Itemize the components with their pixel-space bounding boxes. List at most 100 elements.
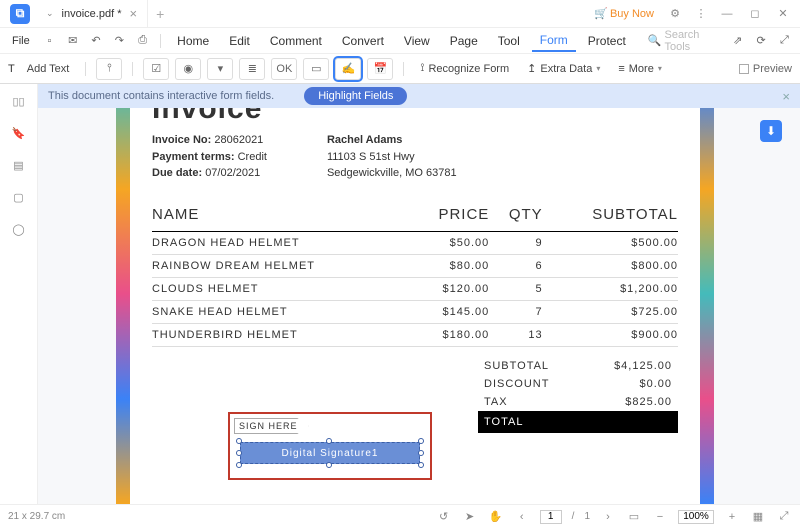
undo-icon[interactable]: ↶: [86, 30, 105, 52]
pdf-page: Invoice Invoice No: 28062021 Payment ter…: [130, 84, 700, 504]
text-tool-icon[interactable]: T: [8, 63, 15, 75]
tab-page[interactable]: Page: [442, 31, 486, 51]
tab-protect[interactable]: Protect: [580, 31, 634, 51]
tab-convert[interactable]: Convert: [334, 31, 392, 51]
search-icon: 🔍: [648, 34, 662, 47]
tab-form[interactable]: Form: [532, 30, 576, 52]
listbox-tool-icon[interactable]: ≣: [239, 58, 265, 80]
search-panel-icon[interactable]: ◯: [10, 220, 28, 238]
app-icon: ⧉: [10, 4, 30, 24]
tab-view[interactable]: View: [396, 31, 438, 51]
image-tool-icon[interactable]: ▭: [303, 58, 329, 80]
mail-icon[interactable]: ✉: [63, 30, 82, 52]
prev-page-icon[interactable]: ‹: [514, 509, 530, 525]
menubar: File ▫ ✉ ↶ ↷ ⎙ Home Edit Comment Convert…: [0, 28, 800, 54]
table-row: DRAGON HEAD HELMET$50.009$500.00: [152, 231, 678, 254]
decorative-stripe: [116, 84, 130, 504]
radio-tool-icon[interactable]: ◉: [175, 58, 201, 80]
button-tool-icon[interactable]: OK: [271, 58, 297, 80]
resize-handle[interactable]: [236, 462, 242, 468]
layout-icon[interactable]: ▦: [750, 509, 766, 525]
zoom-in-icon[interactable]: +: [724, 509, 740, 525]
hand-icon[interactable]: ✋: [488, 509, 504, 525]
minimize-button[interactable]: —: [714, 4, 740, 24]
download-panel-icon[interactable]: ⬇: [760, 120, 782, 142]
form-toolbar: T Add Text ⫯ ☑ ◉ ▾ ≣ OK ▭ ✍ 📅 ⟟Recognize…: [0, 54, 800, 84]
checkbox-icon: [739, 64, 749, 74]
tab-title: invoice.pdf *: [62, 8, 122, 20]
resize-handle[interactable]: [326, 438, 332, 444]
print-icon[interactable]: ⎙: [133, 30, 152, 52]
add-text-button[interactable]: Add Text: [21, 63, 76, 75]
align-tool-icon[interactable]: ⫯: [96, 58, 122, 80]
redo-icon[interactable]: ↷: [110, 30, 129, 52]
share-icon[interactable]: ⇗: [728, 30, 747, 52]
invoice-table: NAME PRICE QTY SUBTOTAL DRAGON HEAD HELM…: [152, 202, 678, 347]
statusbar: 21 x 29.7 cm ↺ ➤ ✋ ‹ / 1 › ▭ − + ▦ ⤢: [0, 504, 800, 528]
kebab-menu-icon[interactable]: ⋮: [688, 4, 714, 24]
buy-now-link[interactable]: 🛒Buy Now: [594, 7, 654, 20]
tab-tool[interactable]: Tool: [490, 31, 528, 51]
table-row: THUNDERBIRD HELMET$180.0013$900.00: [152, 323, 678, 346]
chevron-down-icon[interactable]: ⌄: [46, 8, 54, 19]
tab-comment[interactable]: Comment: [262, 31, 330, 51]
resize-handle[interactable]: [236, 450, 242, 456]
zoom-input[interactable]: [678, 510, 714, 524]
settings-icon[interactable]: ⚙: [662, 4, 688, 24]
resize-handle[interactable]: [236, 438, 242, 444]
table-row: SNAKE HEAD HELMET$145.007$725.00: [152, 300, 678, 323]
save-icon[interactable]: ▫: [40, 30, 59, 52]
table-row: RAINBOW DREAM HELMET$80.006$800.00: [152, 254, 678, 277]
cursor-icon[interactable]: ➤: [462, 509, 478, 525]
close-window-button[interactable]: ✕: [770, 4, 796, 24]
cloud-icon[interactable]: ⟳: [751, 30, 770, 52]
more-button[interactable]: ≡More▾: [612, 63, 668, 75]
document-canvas[interactable]: Invoice Invoice No: 28062021 Payment ter…: [38, 84, 800, 504]
page-dimensions: 21 x 29.7 cm: [8, 511, 65, 522]
tab-home[interactable]: Home: [169, 31, 217, 51]
preview-toggle[interactable]: Preview: [739, 63, 792, 75]
page-number-input[interactable]: [540, 510, 562, 524]
maximize-button[interactable]: ◻: [742, 4, 768, 24]
decorative-stripe: [700, 84, 714, 504]
dropdown-tool-icon[interactable]: ▾: [207, 58, 233, 80]
fullscreen-icon[interactable]: ⤢: [776, 509, 792, 525]
resize-handle[interactable]: [418, 438, 424, 444]
expand-icon[interactable]: ⤢: [775, 30, 794, 52]
outline-icon[interactable]: ▤: [10, 156, 28, 174]
signature-selection-box[interactable]: SIGN HERE Digital Signature1: [230, 414, 430, 478]
banner-close-icon[interactable]: ×: [782, 89, 790, 104]
date-tool-icon[interactable]: 📅: [367, 58, 393, 80]
digital-signature-field[interactable]: Digital Signature1: [240, 442, 420, 464]
thumbnails-icon[interactable]: ▯▯: [10, 92, 28, 110]
document-tab[interactable]: ⌄ invoice.pdf * ×: [36, 0, 148, 27]
titlebar: ⧉ ⌄ invoice.pdf * × + 🛒Buy Now ⚙ ⋮ — ◻ ✕: [0, 0, 800, 28]
upload-icon: ↥: [527, 62, 536, 75]
attachment-icon[interactable]: ▢: [10, 188, 28, 206]
resize-handle[interactable]: [418, 450, 424, 456]
history-icon[interactable]: ↺: [436, 509, 452, 525]
checkbox-tool-icon[interactable]: ☑: [143, 58, 169, 80]
next-page-icon[interactable]: ›: [600, 509, 616, 525]
bookmark-icon[interactable]: 🔖: [10, 124, 28, 142]
close-tab-icon[interactable]: ×: [129, 6, 137, 21]
menu-icon: ≡: [618, 63, 624, 75]
tab-edit[interactable]: Edit: [221, 31, 258, 51]
new-tab-button[interactable]: +: [148, 6, 172, 22]
cart-icon: 🛒: [594, 7, 608, 20]
sign-here-tag: SIGN HERE: [234, 418, 309, 434]
highlight-fields-button[interactable]: Highlight Fields: [304, 87, 407, 105]
table-row: CLOUDS HELMET$120.005$1,200.00: [152, 277, 678, 300]
zoom-out-icon[interactable]: −: [652, 509, 668, 525]
recognize-form-button[interactable]: ⟟Recognize Form: [414, 62, 515, 75]
recognize-icon: ⟟: [420, 62, 424, 75]
search-tools-input[interactable]: 🔍Search Tools: [642, 29, 724, 53]
fit-page-icon[interactable]: ▭: [626, 509, 642, 525]
resize-handle[interactable]: [418, 462, 424, 468]
totals-block: SUBTOTAL$4,125.00 DISCOUNT$0.00 TAX$825.…: [478, 357, 678, 433]
signature-tool-icon[interactable]: ✍: [335, 58, 361, 80]
file-menu[interactable]: File: [6, 32, 36, 50]
resize-handle[interactable]: [326, 462, 332, 468]
left-sidebar: ▯▯ 🔖 ▤ ▢ ◯: [0, 84, 38, 504]
extra-data-button[interactable]: ↥Extra Data▾: [521, 62, 606, 75]
